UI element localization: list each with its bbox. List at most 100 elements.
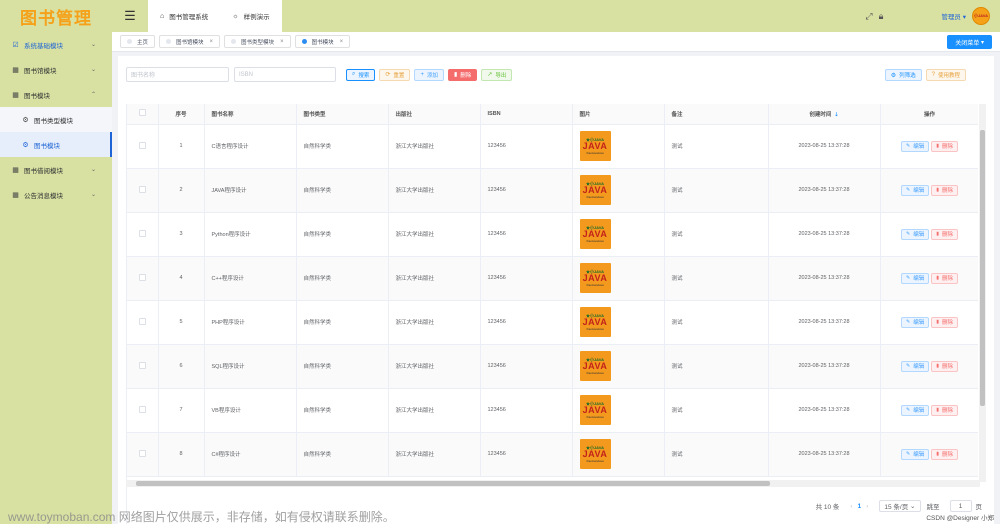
table-row[interactable]: 8 C#程序设计 自然科学类 浙江大学出版社 123456 ★小JAVA JAVA XiaoJ… <box>127 432 978 477</box>
row-delete-button[interactable]: ▮ 删除 <box>931 360 958 372</box>
table-row[interactable]: 4 C++程序设计 自然科学类 浙江大学出版社 123456 ★小JAVA JAVA Xiao… <box>127 256 978 301</box>
book-cover-image[interactable]: ★小JAVA JAVA XiaoJavaJava <box>579 263 611 293</box>
edit-button[interactable]: ✎ 编辑 <box>901 448 930 460</box>
select-all-checkbox[interactable] <box>127 104 159 125</box>
close-icon[interactable]: × <box>280 39 284 45</box>
book-cover-image[interactable]: ★小JAVA JAVA XiaoJavaJava <box>579 131 611 161</box>
isbn-input[interactable]: ISBN <box>234 67 336 82</box>
search-button[interactable]: ⌕ 搜索 <box>346 68 376 81</box>
row-delete-button[interactable]: ▮ 删除 <box>931 140 958 152</box>
book-cover-image[interactable]: ★小JAVA JAVA XiaoJavaJava <box>579 307 611 337</box>
row-checkbox[interactable] <box>127 212 159 257</box>
top-tab-system[interactable]: ⌂ 图书管理系统 <box>148 0 221 32</box>
sort-icon[interactable]: ⇣ <box>834 112 838 118</box>
cell-actions: ✎ 编辑 ▮ 删除 <box>880 212 978 257</box>
grid-icon: ▦ <box>12 66 19 74</box>
cell-type: 自然科学类 <box>296 212 389 257</box>
row-checkbox[interactable] <box>127 300 159 345</box>
cell-name: C++程序设计 <box>204 256 297 301</box>
avatar[interactable]: 小JAVA <box>972 7 990 25</box>
delete-button-label: 删除 <box>460 72 472 79</box>
close-icon[interactable]: × <box>340 39 344 45</box>
row-checkbox[interactable] <box>127 344 159 389</box>
tag-library[interactable]: 图书馆模块 × <box>159 35 221 48</box>
edit-button[interactable]: ✎ 编辑 <box>901 184 930 196</box>
table-row[interactable]: 3 Python程序设计 自然科学类 浙江大学出版社 123456 ★小JAVA JAVA X… <box>127 212 978 257</box>
sidebar-item-book-types[interactable]: ⚙ 图书类型模块 <box>0 107 112 132</box>
sidebar-item-book-module[interactable]: ⚙ 图书模块 <box>0 132 112 157</box>
page-size-select[interactable]: 15 条/页 ⌄ <box>879 500 921 512</box>
reset-button[interactable]: ⟳ 重置 <box>379 68 411 81</box>
book-cover-image[interactable]: ★小JAVA JAVA XiaoJavaJava <box>579 175 611 205</box>
search-bar: 图书名称 ISBN ⌕ 搜索 ⟳ 重置 + 添加 ▮ 删除 ↗ 导出 <box>126 67 516 82</box>
page-number-current[interactable]: 1 <box>858 503 862 510</box>
table-row[interactable]: 5 PHP程序设计 自然科学类 浙江大学出版社 123456 ★小JAVA JAVA Xiao… <box>127 300 978 345</box>
tag-home[interactable]: 主页 <box>120 35 156 48</box>
tag-books[interactable]: 图书模块 × <box>294 35 351 48</box>
tag-label: 图书馆模块 <box>176 39 204 46</box>
cell-type: 自然科学类 <box>296 256 389 301</box>
prev-page-icon[interactable]: ‹ <box>850 503 852 510</box>
edit-button[interactable]: ✎ 编辑 <box>901 228 930 240</box>
row-delete-button[interactable]: ▮ 删除 <box>931 184 958 196</box>
cell-created: 2023-08-25 13:37:28 <box>768 256 881 301</box>
table-row[interactable]: 2 JAVA程序设计 自然科学类 浙江大学出版社 123456 ★小JAVA JAVA Xia… <box>127 168 978 213</box>
cell-publisher: 浙江大学出版社 <box>388 300 481 345</box>
goto-page-input[interactable]: 1 <box>949 500 972 512</box>
table-row[interactable]: 1 C语言程序设计 自然科学类 浙江大学出版社 123456 ★小JAVA JAVA Xiao… <box>127 124 978 169</box>
sidebar-item-notice[interactable]: ▦ 公告消息模块 ⌄ <box>0 182 112 207</box>
cover-main-text: JAVA <box>582 273 608 283</box>
edit-button[interactable]: ✎ 编辑 <box>901 272 930 284</box>
cell-actions: ✎ 编辑 ▮ 删除 <box>880 168 978 213</box>
app-logo[interactable]: 图书管理 <box>0 0 112 32</box>
horizontal-scrollbar[interactable] <box>126 480 980 487</box>
user-menu[interactable]: 管理员 ▾ <box>941 11 966 21</box>
edit-button[interactable]: ✎ 编辑 <box>901 360 930 372</box>
book-name-input[interactable]: 图书名称 <box>126 67 229 82</box>
row-checkbox[interactable] <box>127 432 159 477</box>
table-row[interactable]: 6 SQL程序设计 自然科学类 浙江大学出版社 123456 ★小JAVA JAVA Xiao… <box>127 344 978 389</box>
column-filter-button[interactable]: ⚙ 列筛选 <box>884 69 922 81</box>
col-header-created[interactable]: 创建时间 ⇣ <box>768 104 881 125</box>
tag-book-types[interactable]: 图书类型模块 × <box>224 35 291 48</box>
edit-button[interactable]: ✎ 编辑 <box>901 404 930 416</box>
delete-button[interactable]: ▮ 删除 <box>447 68 478 81</box>
sidebar-item-library[interactable]: ▦ 图书馆模块 ⌄ <box>0 57 112 82</box>
sidebar-item-system-base[interactable]: ☑ 系统基础模块 ⌄ <box>0 32 112 57</box>
next-page-icon[interactable]: › <box>866 503 868 510</box>
export-button[interactable]: ↗ 导出 <box>481 68 513 81</box>
scrollbar-thumb[interactable] <box>136 481 770 486</box>
add-button[interactable]: + 添加 <box>414 68 444 81</box>
table-row[interactable]: 7 VB程序设计 自然科学类 浙江大学出版社 123456 ★小JAVA JAVA XiaoJ… <box>127 388 978 433</box>
edit-icon: ✎ <box>906 275 911 281</box>
book-cover-image[interactable]: ★小JAVA JAVA XiaoJavaJava <box>579 351 611 381</box>
book-cover-image[interactable]: ★小JAVA JAVA XiaoJavaJava <box>579 219 611 249</box>
sidebar-item-books[interactable]: ▦ 图书模块 ⌃ <box>0 82 112 107</box>
top-tab-demo[interactable]: ☼ 样例演示 <box>220 0 282 32</box>
sidebar-item-borrow[interactable]: ▦ 图书借阅模块 ⌄ <box>0 157 112 182</box>
row-delete-button[interactable]: ▮ 删除 <box>931 404 958 416</box>
menu-toggle-icon[interactable]: ☰ <box>112 0 148 32</box>
book-cover-image[interactable]: ★小JAVA JAVA XiaoJavaJava <box>579 395 611 425</box>
row-checkbox[interactable] <box>127 256 159 301</box>
grid-icon: ▦ <box>12 191 19 199</box>
row-delete-button[interactable]: ▮ 删除 <box>931 228 958 240</box>
row-checkbox[interactable] <box>127 168 159 213</box>
row-checkbox[interactable] <box>127 124 159 169</box>
tutorial-button[interactable]: ? 使用教程 <box>925 69 966 81</box>
fullscreen-icon[interactable]: ⤢ <box>865 11 872 22</box>
trash-icon: ▮ <box>936 187 939 193</box>
close-icon[interactable]: × <box>210 39 214 45</box>
scrollbar-thumb[interactable] <box>980 130 985 406</box>
row-delete-button[interactable]: ▮ 删除 <box>931 448 958 460</box>
book-cover-image[interactable]: ★小JAVA JAVA XiaoJavaJava <box>579 439 611 469</box>
edit-button[interactable]: ✎ 编辑 <box>901 140 930 152</box>
lock-icon[interactable]: 🔒︎ <box>879 11 884 22</box>
row-checkbox[interactable] <box>127 388 159 433</box>
sidebar-item-label: 图书类型模块 <box>34 117 73 125</box>
edit-button[interactable]: ✎ 编辑 <box>901 316 930 328</box>
row-delete-button[interactable]: ▮ 删除 <box>931 272 958 284</box>
vertical-scrollbar[interactable] <box>979 104 986 482</box>
row-delete-button[interactable]: ▮ 删除 <box>931 316 958 328</box>
close-menu-button[interactable]: 关闭菜单 ▾ <box>947 35 992 49</box>
